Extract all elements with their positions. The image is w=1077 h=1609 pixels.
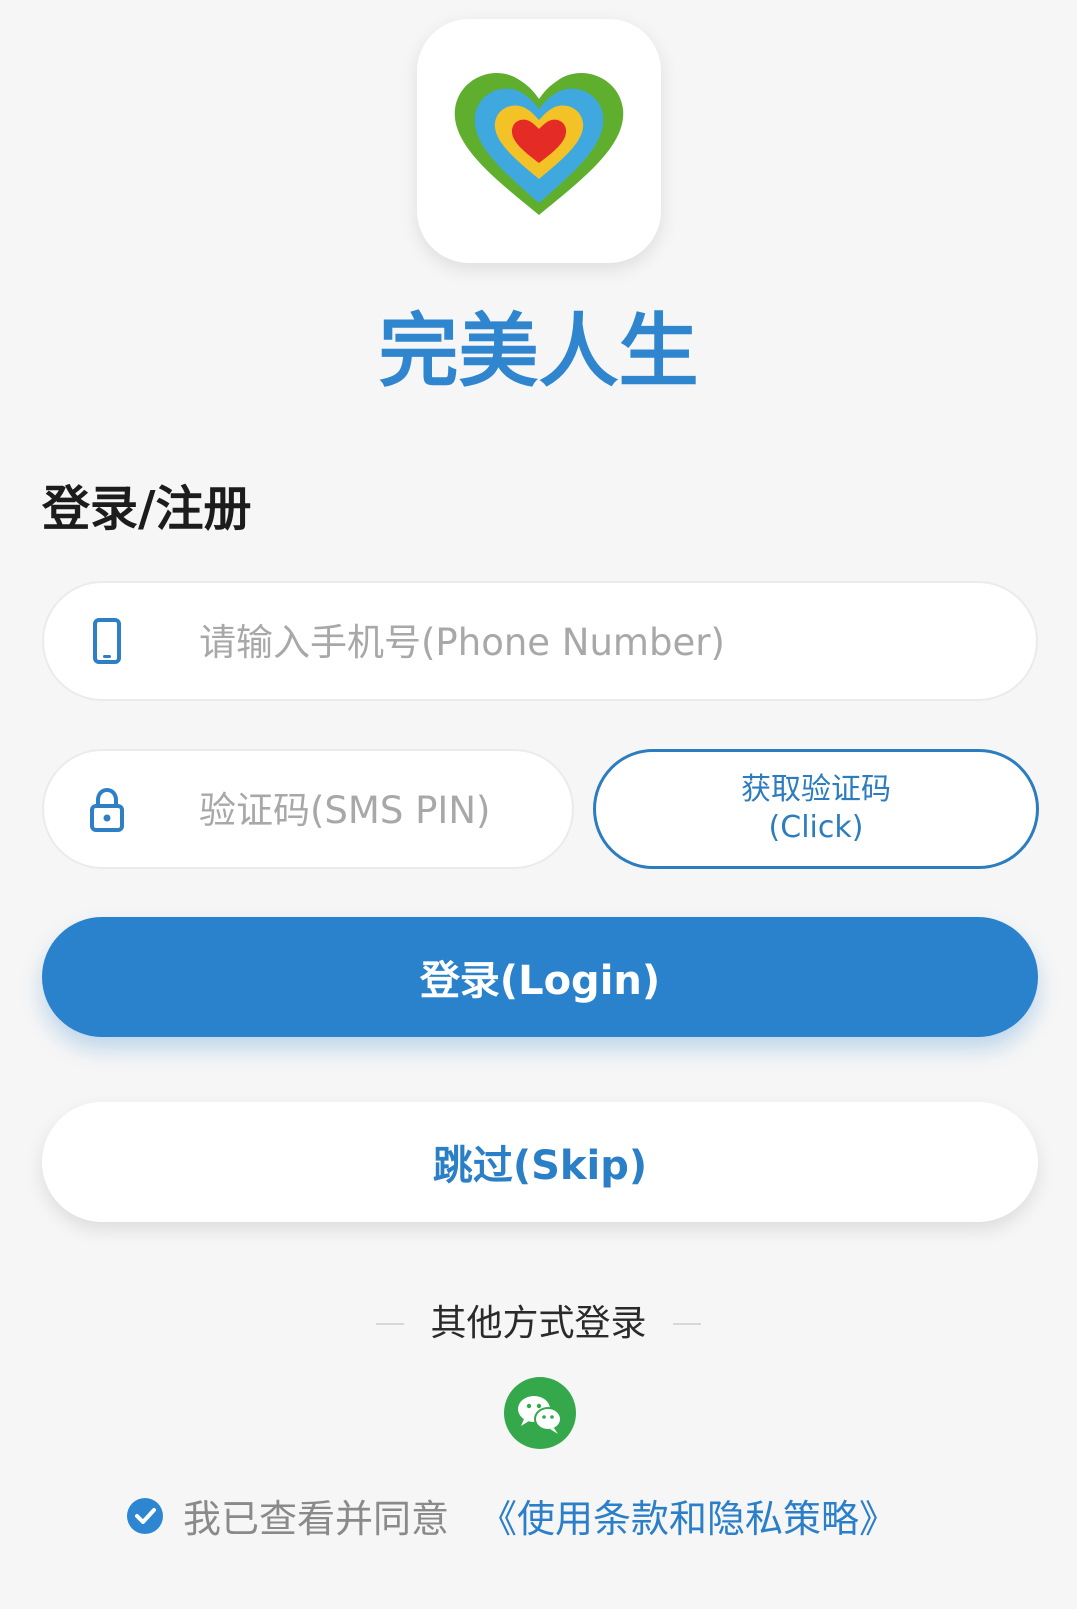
sms-pin-input[interactable] [199, 773, 559, 847]
get-sms-code-button[interactable]: 获取验证码 (Click) [593, 749, 1039, 869]
wechat-login-button[interactable] [504, 1377, 576, 1449]
lock-icon [87, 785, 127, 835]
agreement-text: 我已查看并同意 [183, 1497, 450, 1541]
get-sms-code-sublabel: (Click) [768, 810, 864, 845]
divider-line-left [376, 1323, 405, 1325]
login-button[interactable]: 登录(Login) [42, 917, 1038, 1037]
sms-pin-field[interactable] [42, 749, 574, 869]
other-login-label: 其他方式登录 [430, 1303, 647, 1344]
phone-icon [87, 617, 127, 667]
get-sms-code-label: 获取验证码 [741, 772, 891, 807]
terms-privacy-link[interactable]: 《使用条款和隐私策略》 [479, 1488, 897, 1543]
heart-logo-icon [454, 73, 624, 215]
app-logo [417, 19, 661, 263]
agreement-checkbox[interactable] [127, 1497, 163, 1534]
page-title: 登录/注册 [42, 481, 252, 537]
other-login-divider: 其他方式登录 [0, 1300, 1077, 1348]
divider-line-right [672, 1323, 701, 1325]
phone-input[interactable] [199, 605, 999, 679]
wechat-icon [518, 1396, 562, 1434]
app-name: 完美人生 [378, 305, 699, 398]
agreement-row: 我已查看并同意 《使用条款和隐私策略》 [127, 1488, 897, 1543]
phone-field[interactable] [42, 581, 1038, 701]
checkmark-icon [135, 1507, 156, 1524]
skip-button[interactable]: 跳过(Skip) [42, 1102, 1038, 1222]
